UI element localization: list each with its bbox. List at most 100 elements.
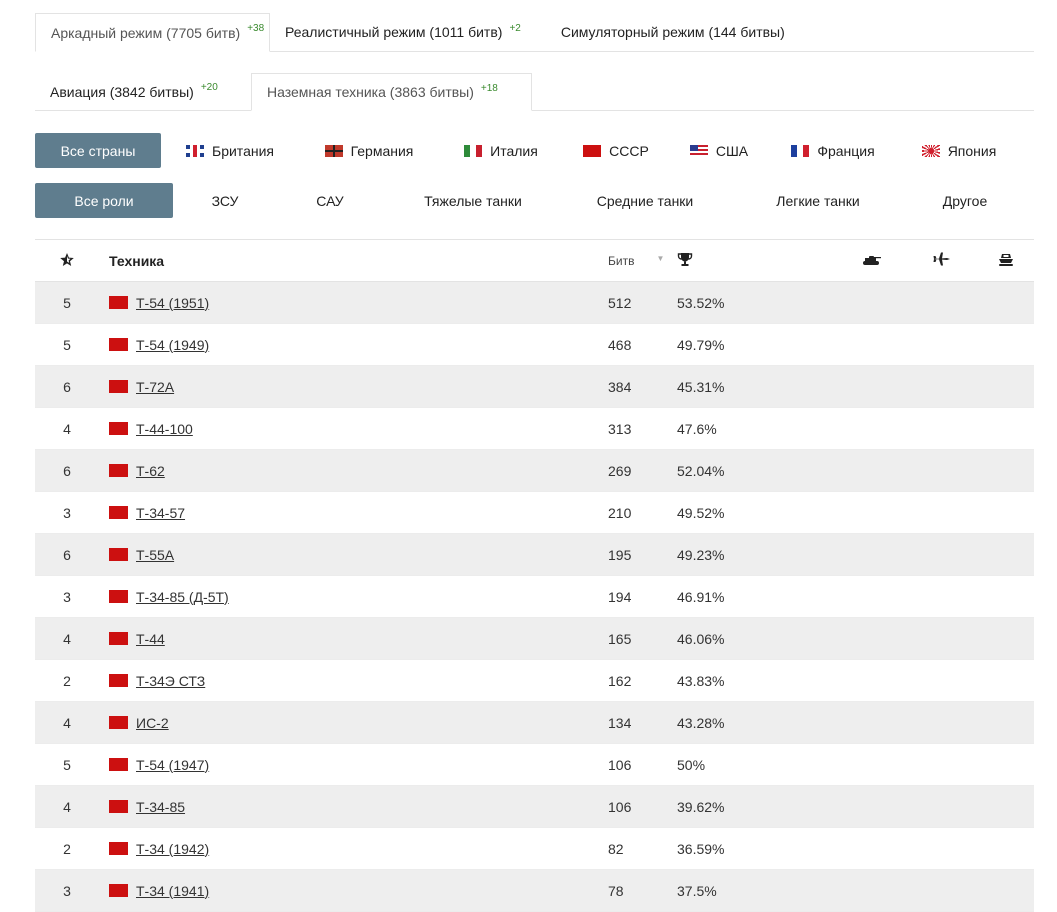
rank-cell: 4 xyxy=(63,798,71,815)
ussr-flag-icon xyxy=(109,674,128,687)
rank-cell: 5 xyxy=(63,336,71,353)
country-filters: Все страны Британия Германия Италия СССР… xyxy=(35,133,1034,168)
filter-role-light[interactable]: Легкие танки xyxy=(727,183,909,218)
name-cell: Т-44 xyxy=(99,631,598,647)
tab-delta: +20 xyxy=(200,82,218,93)
ussr-flag-icon xyxy=(109,800,128,813)
filter-usa[interactable]: США xyxy=(669,133,769,168)
rank-cell: 2 xyxy=(63,672,71,689)
vehicle-link[interactable]: Т-34 (1941) xyxy=(136,883,209,899)
vehicle-link[interactable]: Т-54 (1947) xyxy=(136,757,209,773)
winrate-cell: 52.04% xyxy=(677,462,725,479)
table-row: 3 Т-34-85 (Д-5Т) 194 46.91% xyxy=(35,576,1034,618)
air-kills-header[interactable] xyxy=(907,252,977,269)
tank-kills-header[interactable] xyxy=(837,253,907,269)
vehicle-link[interactable]: Т-54 (1951) xyxy=(136,295,209,311)
vehicle-link[interactable]: Т-34 (1942) xyxy=(136,841,209,857)
name-header[interactable]: Техника xyxy=(99,253,598,269)
tab-label: Авиация (3842 битвы) xyxy=(50,83,194,100)
filter-france[interactable]: Франция xyxy=(769,133,897,168)
rank-cell: 3 xyxy=(63,588,71,605)
france-flag-icon xyxy=(791,144,810,157)
tab-label: Аркадный режим (7705 битв) xyxy=(51,24,241,41)
ussr-flag-icon xyxy=(109,422,128,435)
winrate-cell: 39.62% xyxy=(677,798,725,815)
vehicle-link[interactable]: Т-44 xyxy=(136,631,165,647)
country-label: Германия xyxy=(350,142,414,159)
winrate-cell: 47.6% xyxy=(677,420,717,437)
ussr-flag-icon xyxy=(109,464,128,477)
table-header: Техника Битв ▼ xyxy=(35,240,1034,282)
filter-role-spg[interactable]: САУ xyxy=(277,183,383,218)
name-cell: Т-72А xyxy=(99,379,598,395)
battles-cell: 210 xyxy=(608,504,632,521)
tab-simulator[interactable]: Симуляторный режим (144 битвы) xyxy=(536,13,800,51)
tab-ground[interactable]: Наземная техника (3863 битвы) +18 xyxy=(251,73,532,111)
tab-realistic[interactable]: Реалистичный режим (1011 битв) +2 xyxy=(270,13,536,51)
name-cell: Т-34-57 xyxy=(99,505,598,521)
deaths-header[interactable] xyxy=(977,251,1034,270)
filter-role-other[interactable]: Другое xyxy=(909,183,1021,218)
winrate-cell: 45.31% xyxy=(677,378,725,395)
country-label: СССР xyxy=(609,142,649,159)
vehicle-link[interactable]: Т-62 xyxy=(136,463,165,479)
winrate-cell: 49.79% xyxy=(677,336,725,353)
table-row: 4 Т-34-85 106 39.62% xyxy=(35,786,1034,828)
sort-caret-icon: ▼ xyxy=(656,254,665,263)
table-row: 6 Т-62 269 52.04% xyxy=(35,450,1034,492)
ussr-flag-icon xyxy=(583,144,602,157)
name-cell: Т-44-100 xyxy=(99,421,598,437)
filter-all-roles[interactable]: Все роли xyxy=(35,183,173,218)
role-filters: Все роли ЗСУ САУ Тяжелые танки Средние т… xyxy=(35,183,1034,218)
filter-britain[interactable]: Британия xyxy=(161,133,299,168)
country-label: Британия xyxy=(212,142,274,159)
battles-header[interactable]: Битв ▼ xyxy=(598,254,677,268)
tab-arcade[interactable]: Аркадный режим (7705 битв) +38 xyxy=(35,13,270,52)
vehicle-link[interactable]: ИС-2 xyxy=(136,715,169,731)
table-body: 5 Т-54 (1951) 512 53.52% 5 Т-54 (1949) 468 49.7… xyxy=(35,282,1034,912)
mode-tabs: Аркадный режим (7705 битв) +38 Реалистич… xyxy=(35,13,1034,52)
name-cell: Т-34Э СТЗ xyxy=(99,673,598,689)
filter-germany[interactable]: Германия xyxy=(299,133,439,168)
winrate-header[interactable] xyxy=(677,252,837,270)
battles-cell: 165 xyxy=(608,630,632,647)
table-row: 6 Т-55А 195 49.23% xyxy=(35,534,1034,576)
filter-ussr[interactable]: СССР xyxy=(563,133,669,168)
rank-cell: 4 xyxy=(63,714,71,731)
plane-icon xyxy=(933,252,950,266)
vehicle-link[interactable]: Т-54 (1949) xyxy=(136,337,209,353)
battles-cell: 194 xyxy=(608,588,632,605)
rank-cell: 5 xyxy=(63,294,71,311)
ussr-flag-icon xyxy=(109,632,128,645)
vehicle-link[interactable]: Т-34Э СТЗ xyxy=(136,673,205,689)
vehicle-link[interactable]: Т-34-57 xyxy=(136,505,185,521)
tab-label: Реалистичный режим (1011 битв) xyxy=(285,24,503,40)
italy-flag-icon xyxy=(464,144,483,157)
battles-cell: 512 xyxy=(608,294,632,311)
table-row: 4 Т-44 165 46.06% xyxy=(35,618,1034,660)
filter-role-medium[interactable]: Средние танки xyxy=(563,183,727,218)
filter-italy[interactable]: Италия xyxy=(439,133,563,168)
filter-role-heavy[interactable]: Тяжелые танки xyxy=(383,183,563,218)
vehicle-link[interactable]: Т-55А xyxy=(136,547,174,563)
country-label: Франция xyxy=(817,142,875,159)
vehicle-link[interactable]: Т-72А xyxy=(136,379,174,395)
ussr-flag-icon xyxy=(109,842,128,855)
germany-flag-icon xyxy=(324,144,343,157)
vehicle-link[interactable]: Т-44-100 xyxy=(136,421,193,437)
filter-japan[interactable]: Япония xyxy=(897,133,1021,168)
vehicle-link[interactable]: Т-34-85 xyxy=(136,799,185,815)
filter-all-countries[interactable]: Все страны xyxy=(35,133,161,168)
winrate-cell: 53.52% xyxy=(677,294,725,311)
battles-header-label: Битв xyxy=(608,253,635,268)
vehicle-table: Техника Битв ▼ 5 Т-54 (1951) 512 53.52% 5 Т-5… xyxy=(35,239,1034,912)
battles-cell: 313 xyxy=(608,420,632,437)
table-row: 4 Т-44-100 313 47.6% xyxy=(35,408,1034,450)
filter-role-spaa[interactable]: ЗСУ xyxy=(173,183,277,218)
rank-header[interactable] xyxy=(35,252,99,270)
rank-cell: 6 xyxy=(63,462,71,479)
rank-cell: 6 xyxy=(63,546,71,563)
battles-cell: 106 xyxy=(608,756,632,773)
tab-aviation[interactable]: Авиация (3842 битвы) +20 xyxy=(35,73,251,110)
vehicle-link[interactable]: Т-34-85 (Д-5Т) xyxy=(136,589,229,605)
